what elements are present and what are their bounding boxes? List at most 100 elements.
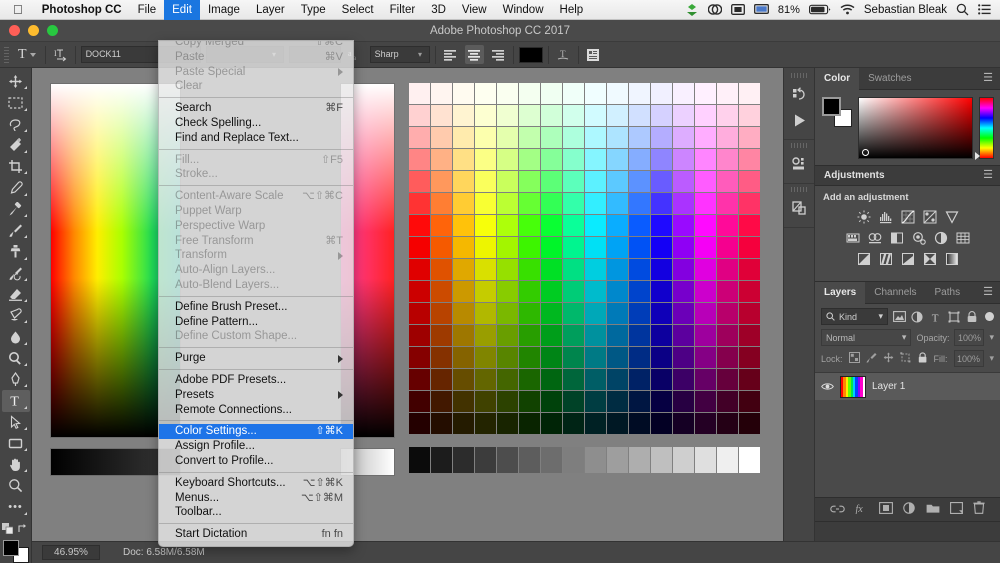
tab-paths[interactable]: Paths <box>926 282 970 304</box>
table-row[interactable]: Layer 1 <box>815 372 1000 400</box>
layer-mask-icon[interactable] <box>879 501 893 519</box>
lock-transparency-icon[interactable] <box>849 352 860 365</box>
align-right-icon[interactable] <box>489 45 508 64</box>
history-brush-tool[interactable] <box>2 263 30 284</box>
lock-all-icon[interactable] <box>917 352 928 365</box>
photo-filter-icon[interactable] <box>911 230 926 245</box>
history-panel-icon[interactable] <box>784 81 814 107</box>
lasso-tool[interactable] <box>2 114 30 135</box>
brightness-contrast-icon[interactable] <box>856 209 871 224</box>
document-info-label[interactable]: Doc: 6.58M/6.58M <box>105 547 205 558</box>
menu-view[interactable]: View <box>454 0 495 20</box>
battery-icon[interactable] <box>809 4 831 15</box>
zoom-level-input[interactable]: 46.95% <box>42 545 100 560</box>
align-left-icon[interactable] <box>441 45 460 64</box>
menu-item-toolbar[interactable]: Toolbar... <box>159 505 353 520</box>
dodge-tool[interactable] <box>2 348 30 369</box>
eraser-tool[interactable] <box>2 284 30 305</box>
warp-text-icon[interactable]: T <box>554 45 573 64</box>
chevron-down-icon[interactable] <box>30 53 36 57</box>
hue-slider-handle[interactable] <box>975 152 980 160</box>
new-group-icon[interactable] <box>926 501 940 519</box>
tool-expand-icon[interactable] <box>24 278 27 281</box>
tool-expand-icon[interactable] <box>24 363 27 366</box>
threshold-icon[interactable] <box>900 251 915 266</box>
tool-expand-icon[interactable] <box>24 342 27 345</box>
tool-expand-icon[interactable] <box>24 512 27 515</box>
channel-mixer-icon[interactable] <box>933 230 948 245</box>
color-picker-handle[interactable] <box>862 149 869 156</box>
move-tool[interactable] <box>2 71 30 92</box>
libraries-panel-icon[interactable] <box>784 195 814 221</box>
invert-icon[interactable] <box>856 251 871 266</box>
quick-select-tool[interactable] <box>2 135 30 156</box>
delete-layer-icon[interactable] <box>973 501 985 519</box>
exposure-icon[interactable] <box>922 209 937 224</box>
type-tool[interactable]: T <box>2 390 30 411</box>
layer-style-icon[interactable]: fx <box>855 501 869 519</box>
fill-input[interactable]: 100% <box>954 350 984 367</box>
tab-swatches[interactable]: Swatches <box>859 68 920 90</box>
clone-stamp-tool[interactable] <box>2 241 30 262</box>
layer-filter-kind-select[interactable]: Kind ▾ <box>821 308 888 325</box>
pen-tool[interactable] <box>2 369 30 390</box>
tool-expand-icon[interactable] <box>24 427 27 430</box>
tool-expand-icon[interactable] <box>24 320 27 323</box>
align-center-icon[interactable] <box>465 45 484 64</box>
apple-icon[interactable]:  <box>0 3 34 16</box>
path-selection-tool[interactable] <box>2 412 30 433</box>
new-adjustment-icon[interactable] <box>903 501 915 519</box>
tab-color[interactable]: Color <box>815 68 859 90</box>
menu-item-color-settings[interactable]: Color Settings...⇧⌘K <box>159 424 353 439</box>
menu-item-search[interactable]: Search⌘F <box>159 101 353 116</box>
menu-item-adobe-pdf-presets[interactable]: Adobe PDF Presets... <box>159 373 353 388</box>
eye-icon[interactable] <box>821 382 834 391</box>
menu-type[interactable]: Type <box>293 0 334 20</box>
antialias-select[interactable]: Sharp ▾ <box>370 46 430 63</box>
hand-tool[interactable] <box>2 454 30 475</box>
new-layer-icon[interactable] <box>950 501 963 519</box>
tool-expand-icon[interactable] <box>24 257 27 260</box>
menu-edit[interactable]: Edit <box>164 0 200 20</box>
tool-expand-icon[interactable] <box>24 193 27 196</box>
tool-expand-icon[interactable] <box>24 299 27 302</box>
tool-expand-icon[interactable] <box>24 384 27 387</box>
panel-menu-icon[interactable]: ☰ <box>983 170 1000 181</box>
foreground-color-swatch[interactable] <box>3 540 19 556</box>
menu-item-define-brush-preset[interactable]: Define Brush Preset... <box>159 300 353 315</box>
menu-file[interactable]: File <box>130 0 165 20</box>
tool-expand-icon[interactable] <box>24 214 27 217</box>
tab-channels[interactable]: Channels <box>865 282 925 304</box>
blur-tool[interactable] <box>2 326 30 347</box>
posterize-icon[interactable] <box>878 251 893 266</box>
wifi-icon[interactable] <box>840 4 855 15</box>
panel-grip[interactable] <box>791 187 807 192</box>
tool-expand-icon[interactable] <box>24 235 27 238</box>
canvas-area[interactable] <box>32 68 783 541</box>
tool-expand-icon[interactable] <box>24 150 27 153</box>
maximize-window-button[interactable] <box>47 25 58 36</box>
blend-mode-select[interactable]: Normal ▾ <box>821 329 911 346</box>
zoom-tool[interactable] <box>2 475 30 496</box>
shape-filter-icon[interactable] <box>947 309 961 325</box>
chevron-down-icon[interactable]: ▾ <box>990 353 995 364</box>
menu-item-menus[interactable]: Menus...⌥⇧⌘M <box>159 491 353 506</box>
menu-item-purge[interactable]: Purge <box>159 351 353 366</box>
panel-menu-icon[interactable]: ☰ <box>983 287 1000 298</box>
panel-menu-icon[interactable]: ☰ <box>983 73 1000 84</box>
curves-icon[interactable] <box>900 209 915 224</box>
more-tools-button[interactable]: ••• <box>2 497 30 518</box>
menu-layer[interactable]: Layer <box>248 0 293 20</box>
link-layers-icon[interactable] <box>830 501 845 519</box>
healing-brush-tool[interactable] <box>2 199 30 220</box>
menu-item-define-pattern[interactable]: Define Pattern... <box>159 315 353 330</box>
lock-position-icon[interactable] <box>883 352 894 365</box>
menu-item-keyboard-shortcuts[interactable]: Keyboard Shortcuts...⌥⇧⌘K <box>159 476 353 491</box>
menu-item-convert-to-profile[interactable]: Convert to Profile... <box>159 454 353 469</box>
layer-name-label[interactable]: Layer 1 <box>872 381 905 392</box>
smart-object-filter-icon[interactable] <box>965 309 979 325</box>
opacity-input[interactable]: 100% <box>954 329 984 346</box>
levels-icon[interactable] <box>878 209 893 224</box>
menu-window[interactable]: Window <box>495 0 552 20</box>
screen-icon[interactable] <box>754 4 769 15</box>
